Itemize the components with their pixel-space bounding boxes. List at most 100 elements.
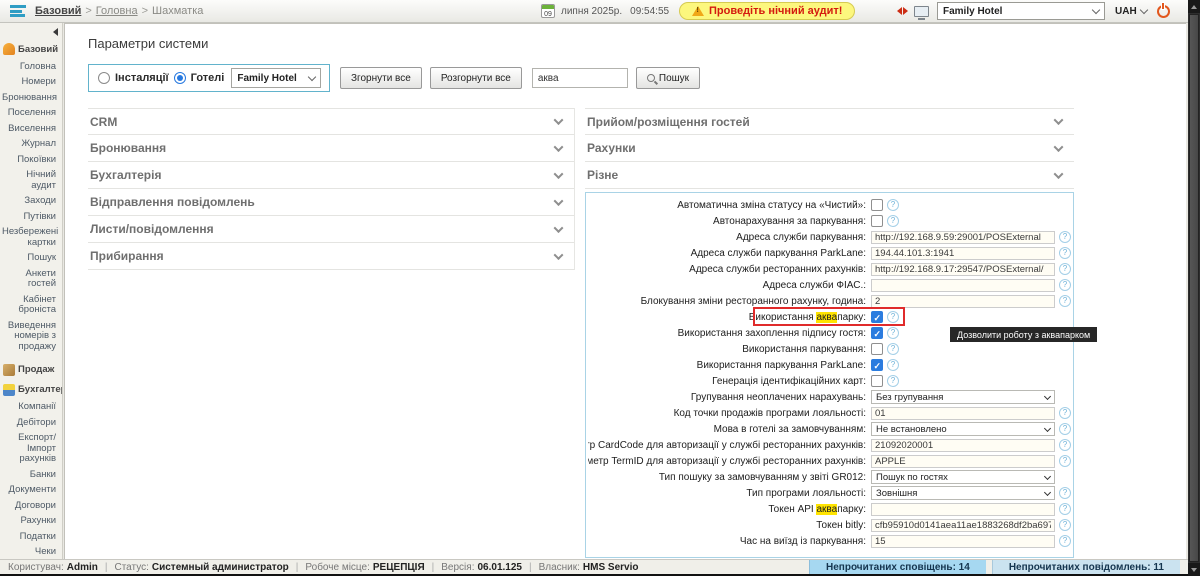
sidebar-section-1[interactable]: Продаж [0, 359, 62, 379]
setting-checkbox[interactable] [871, 359, 883, 371]
help-icon[interactable]: ? [1059, 279, 1071, 291]
accordion-header[interactable]: Прийом/розміщення гостей [585, 108, 1074, 135]
setting-select[interactable]: Не встановлено [871, 422, 1055, 436]
help-icon[interactable]: ? [1059, 503, 1071, 515]
accordion-header[interactable]: Бронювання [88, 135, 574, 162]
setting-text-field[interactable] [871, 295, 1055, 308]
night-audit-warning[interactable]: Проведіть нічний аудит! [679, 2, 855, 20]
sidebar-item[interactable]: Покоївки [0, 152, 58, 168]
setting-text-field[interactable] [871, 407, 1055, 420]
sidebar-item[interactable]: Пошук [0, 251, 58, 267]
sidebar-item[interactable]: Рахунки [0, 514, 58, 530]
sidebar-item[interactable]: Путівки [0, 209, 58, 225]
sidebar-item[interactable]: Заходи [0, 194, 58, 210]
menu-icon[interactable] [10, 5, 26, 17]
setting-text-field[interactable] [871, 535, 1055, 548]
sidebar-item[interactable]: Документи [0, 483, 58, 499]
sidebar-item[interactable]: Анкети гостей [0, 266, 58, 292]
unread-notifications-badge[interactable]: Непрочитаних сповіщень: 14 [809, 560, 986, 574]
setting-checkbox[interactable] [871, 327, 883, 339]
sidebar-item[interactable]: Банки [0, 467, 58, 483]
accordion-header[interactable]: Листи/повідомлення [88, 216, 574, 243]
accordion-header[interactable]: Рахунки [585, 135, 1074, 162]
help-icon[interactable]: ? [887, 327, 899, 339]
accordion-header[interactable]: Бухгалтерія [88, 162, 574, 189]
setting-checkbox[interactable] [871, 311, 883, 323]
help-icon[interactable]: ? [1059, 487, 1071, 499]
sidebar-item[interactable]: Кабінет броніста [0, 292, 58, 318]
sidebar-item[interactable]: Поселення [0, 106, 58, 122]
setting-text-field[interactable] [871, 231, 1055, 244]
sidebar-item[interactable]: Експорт/Імпорт рахунків [0, 431, 58, 468]
scrollbar-thumb[interactable] [1189, 14, 1199, 562]
setting-checkbox[interactable] [871, 375, 883, 387]
setting-select[interactable]: Пошук по гостях [871, 470, 1055, 484]
sidebar-item[interactable]: Договори [0, 498, 58, 514]
sidebar-item[interactable]: Незбережені картки [0, 225, 58, 251]
sidebar-item[interactable]: Виведення номерів з продажу [0, 318, 58, 355]
help-icon[interactable]: ? [1059, 263, 1071, 275]
help-icon[interactable]: ? [1059, 247, 1071, 259]
expand-all-button[interactable]: Розгорнути все [430, 67, 522, 89]
help-icon[interactable]: ? [1059, 535, 1071, 547]
currency-select[interactable]: UAH [1111, 2, 1151, 20]
breadcrumb-section[interactable]: Головна [96, 5, 138, 17]
sidebar-item[interactable]: Чеки [0, 545, 58, 561]
collapse-all-button[interactable]: Згорнути все [340, 67, 422, 89]
sidebar-item[interactable]: Журнал [0, 137, 58, 153]
setting-text-field[interactable] [871, 439, 1055, 452]
setting-text-field[interactable] [871, 455, 1055, 468]
swap-arrows-icon[interactable] [897, 7, 908, 15]
accordion-header[interactable]: CRM [88, 108, 574, 135]
setting-text-field[interactable] [871, 503, 1055, 516]
help-icon[interactable]: ? [1059, 231, 1071, 243]
help-icon[interactable]: ? [887, 343, 899, 355]
setting-checkbox[interactable] [871, 343, 883, 355]
workstation-icon[interactable] [914, 6, 929, 17]
sidebar-item[interactable]: Нічний аудит [0, 168, 58, 194]
scroll-down-icon[interactable] [1188, 563, 1200, 576]
help-icon[interactable]: ? [1059, 455, 1071, 467]
setting-text-field[interactable] [871, 263, 1055, 276]
scroll-up-icon[interactable] [1188, 0, 1200, 13]
filter-hotel-select[interactable]: Family Hotel [231, 68, 321, 88]
sidebar-item[interactable]: Дебітори [0, 415, 58, 431]
help-icon[interactable]: ? [887, 215, 899, 227]
hotels-radio[interactable] [174, 72, 186, 84]
setting-checkbox[interactable] [871, 199, 883, 211]
sidebar-item[interactable]: Виселення [0, 121, 58, 137]
sidebar-section-2[interactable]: Бухгалтерія [0, 379, 62, 399]
setting-checkbox[interactable] [871, 215, 883, 227]
search-button[interactable]: Пошук [636, 67, 700, 89]
help-icon[interactable]: ? [887, 375, 899, 387]
sidebar-item[interactable]: Бронювання [0, 90, 58, 106]
sidebar-section-0[interactable]: Базовий [0, 38, 62, 58]
sidebar-item[interactable]: Номери [0, 75, 58, 91]
setting-select[interactable]: Зовнішня [871, 486, 1055, 500]
calendar-icon[interactable]: 09 [541, 4, 555, 18]
sidebar-item[interactable]: Головна [0, 59, 58, 75]
help-icon[interactable]: ? [887, 199, 899, 211]
setting-text-field[interactable] [871, 279, 1055, 292]
unread-messages-badge[interactable]: Непрочитаних повідомлень: 11 [992, 560, 1180, 574]
setting-select[interactable]: Без групування [871, 390, 1055, 404]
help-icon[interactable]: ? [1059, 295, 1071, 307]
breadcrumb-root[interactable]: Базовий [35, 5, 81, 17]
setting-text-field[interactable] [871, 247, 1055, 260]
help-icon[interactable]: ? [1059, 439, 1071, 451]
setting-text-field[interactable] [871, 519, 1055, 532]
accordion-header[interactable]: Різне [585, 162, 1074, 189]
search-input[interactable] [532, 68, 628, 88]
installations-radio[interactable] [98, 72, 110, 84]
sidebar-item[interactable]: Податки [0, 529, 58, 545]
help-icon[interactable]: ? [1059, 407, 1071, 419]
help-icon[interactable]: ? [887, 359, 899, 371]
sidebar-collapse-icon[interactable] [53, 28, 58, 36]
help-icon[interactable]: ? [1059, 519, 1071, 531]
accordion-header[interactable]: Прибирання [88, 243, 574, 270]
help-icon[interactable]: ? [1059, 423, 1071, 435]
help-icon[interactable]: ? [887, 311, 899, 323]
power-icon[interactable] [1157, 5, 1170, 18]
sidebar-item[interactable]: Компанії [0, 400, 58, 416]
accordion-header[interactable]: Відправлення повідомлень [88, 189, 574, 216]
